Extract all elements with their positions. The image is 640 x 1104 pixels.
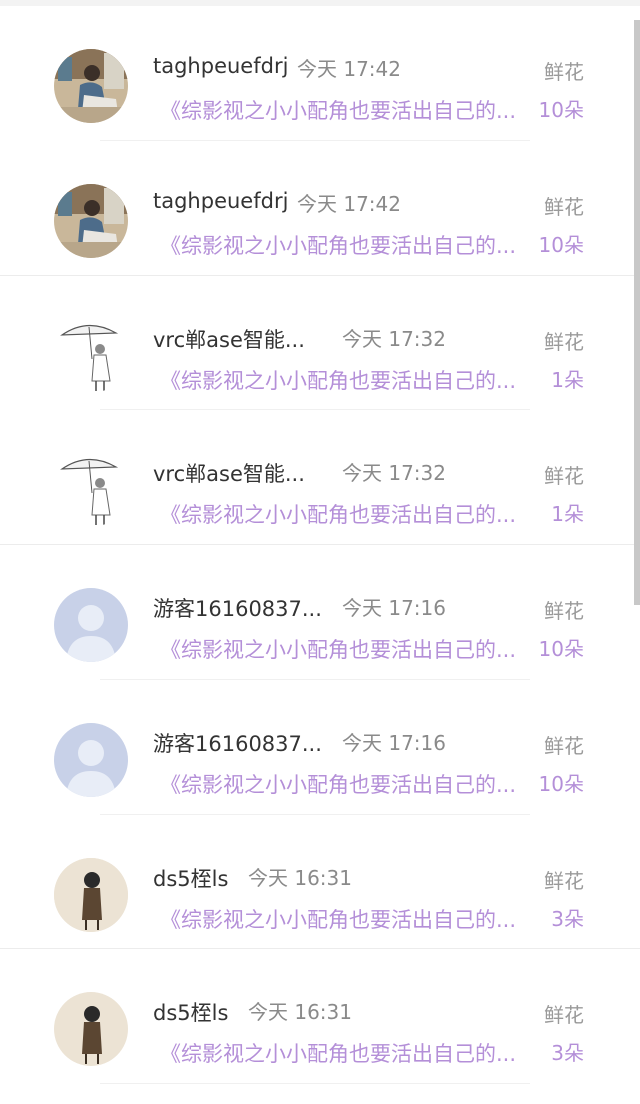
gift-row[interactable]: taghpeuefdrj 今天 17:42 鲜花 《综影视之小小配角也要活出自己… [0,141,640,276]
gift-type-label: 鲜花 [544,60,584,84]
gift-type-label: 鲜花 [544,868,584,893]
umbrella-sketch-avatar[interactable] [54,453,128,528]
gift-time: 今天 17:16 [342,596,446,620]
username[interactable]: taghpeuefdrj [153,54,288,78]
gift-count: 10朵 [538,771,584,796]
book-title-link[interactable]: 《综影视之小小配角也要活出自己的... [160,1038,530,1068]
gift-count: 10朵 [538,637,584,661]
book-title-link[interactable]: 《综影视之小小配角也要活出自己的... [160,365,530,395]
gift-row[interactable]: vrc郸ase智能... 今天 17:32 鲜花 《综影视之小小配角也要活出自己… [0,410,640,545]
book-title-link[interactable]: 《综影视之小小配角也要活出自己的... [160,499,530,529]
book-title-link[interactable]: 《综影视之小小配角也要活出自己的... [160,904,530,934]
gift-type-label: 鲜花 [544,1003,584,1028]
gift-row[interactable]: 游客16160837... 今天 17:16 鲜花 《综影视之小小配角也要活出自… [0,680,640,815]
gift-row[interactable]: ds5桎ls 今天 16:31 鲜花 《综影视之小小配角也要活出自己的... 3… [0,815,640,950]
username[interactable]: taghpeuefdrj [153,189,288,213]
book-title-link[interactable]: 《综影视之小小配角也要活出自己的... [160,769,530,799]
gift-time: 今天 17:42 [297,191,401,216]
gift-type-label: 鲜花 [544,329,584,354]
gift-count: 1朵 [551,367,584,392]
book-title-link[interactable]: 《综影视之小小配角也要活出自己的... [160,95,530,125]
gift-row[interactable]: ds5桎ls 今天 16:31 鲜花 《综影视之小小配角也要活出自己的... 3… [0,949,640,1084]
gift-time: 今天 17:32 [342,326,446,351]
username[interactable]: vrc郸ase智能... [153,324,305,354]
default-user-avatar[interactable] [54,722,128,797]
default-user-avatar[interactable] [54,588,128,662]
scrollbar[interactable] [634,20,640,605]
girl-beanie-avatar[interactable] [54,857,128,932]
gift-count: 3朵 [551,1041,584,1066]
gift-time: 今天 17:32 [342,461,446,486]
gift-count: 3朵 [551,906,584,931]
book-title-link[interactable]: 《综影视之小小配角也要活出自己的... [160,230,530,260]
gift-type-label: 鲜花 [544,599,584,623]
photo-sitting-avatar[interactable] [54,49,128,123]
row-divider [100,1083,530,1084]
photo-sitting-avatar[interactable] [54,183,128,258]
username[interactable]: ds5桎ls [153,997,228,1027]
girl-beanie-avatar[interactable] [54,992,128,1067]
gift-type-label: 鲜花 [544,733,584,758]
gift-count: 10朵 [538,232,584,257]
gift-row[interactable]: vrc郸ase智能... 今天 17:32 鲜花 《综影视之小小配角也要活出自己… [0,276,640,411]
username[interactable]: vrc郸ase智能... [153,458,305,488]
gift-time: 今天 17:42 [297,57,401,81]
username[interactable]: 游客16160837... [153,728,322,758]
gift-row[interactable]: 游客16160837... 今天 17:16 鲜花 《综影视之小小配角也要活出自… [0,545,640,680]
gift-list: taghpeuefdrj 今天 17:42 鲜花 《综影视之小小配角也要活出自己… [0,6,640,1084]
gift-count: 1朵 [551,502,584,527]
gift-time: 今天 16:31 [248,1000,352,1025]
gift-count: 10朵 [538,98,584,122]
gift-time: 今天 16:31 [248,865,352,890]
gift-row[interactable]: taghpeuefdrj 今天 17:42 鲜花 《综影视之小小配角也要活出自己… [0,6,640,141]
username[interactable]: ds5桎ls [153,863,228,893]
username[interactable]: 游客16160837... [153,593,322,623]
umbrella-sketch-avatar[interactable] [54,318,128,393]
gift-type-label: 鲜花 [544,194,584,219]
book-title-link[interactable]: 《综影视之小小配角也要活出自己的... [160,634,530,664]
gift-time: 今天 17:16 [342,730,446,755]
gift-type-label: 鲜花 [544,464,584,489]
